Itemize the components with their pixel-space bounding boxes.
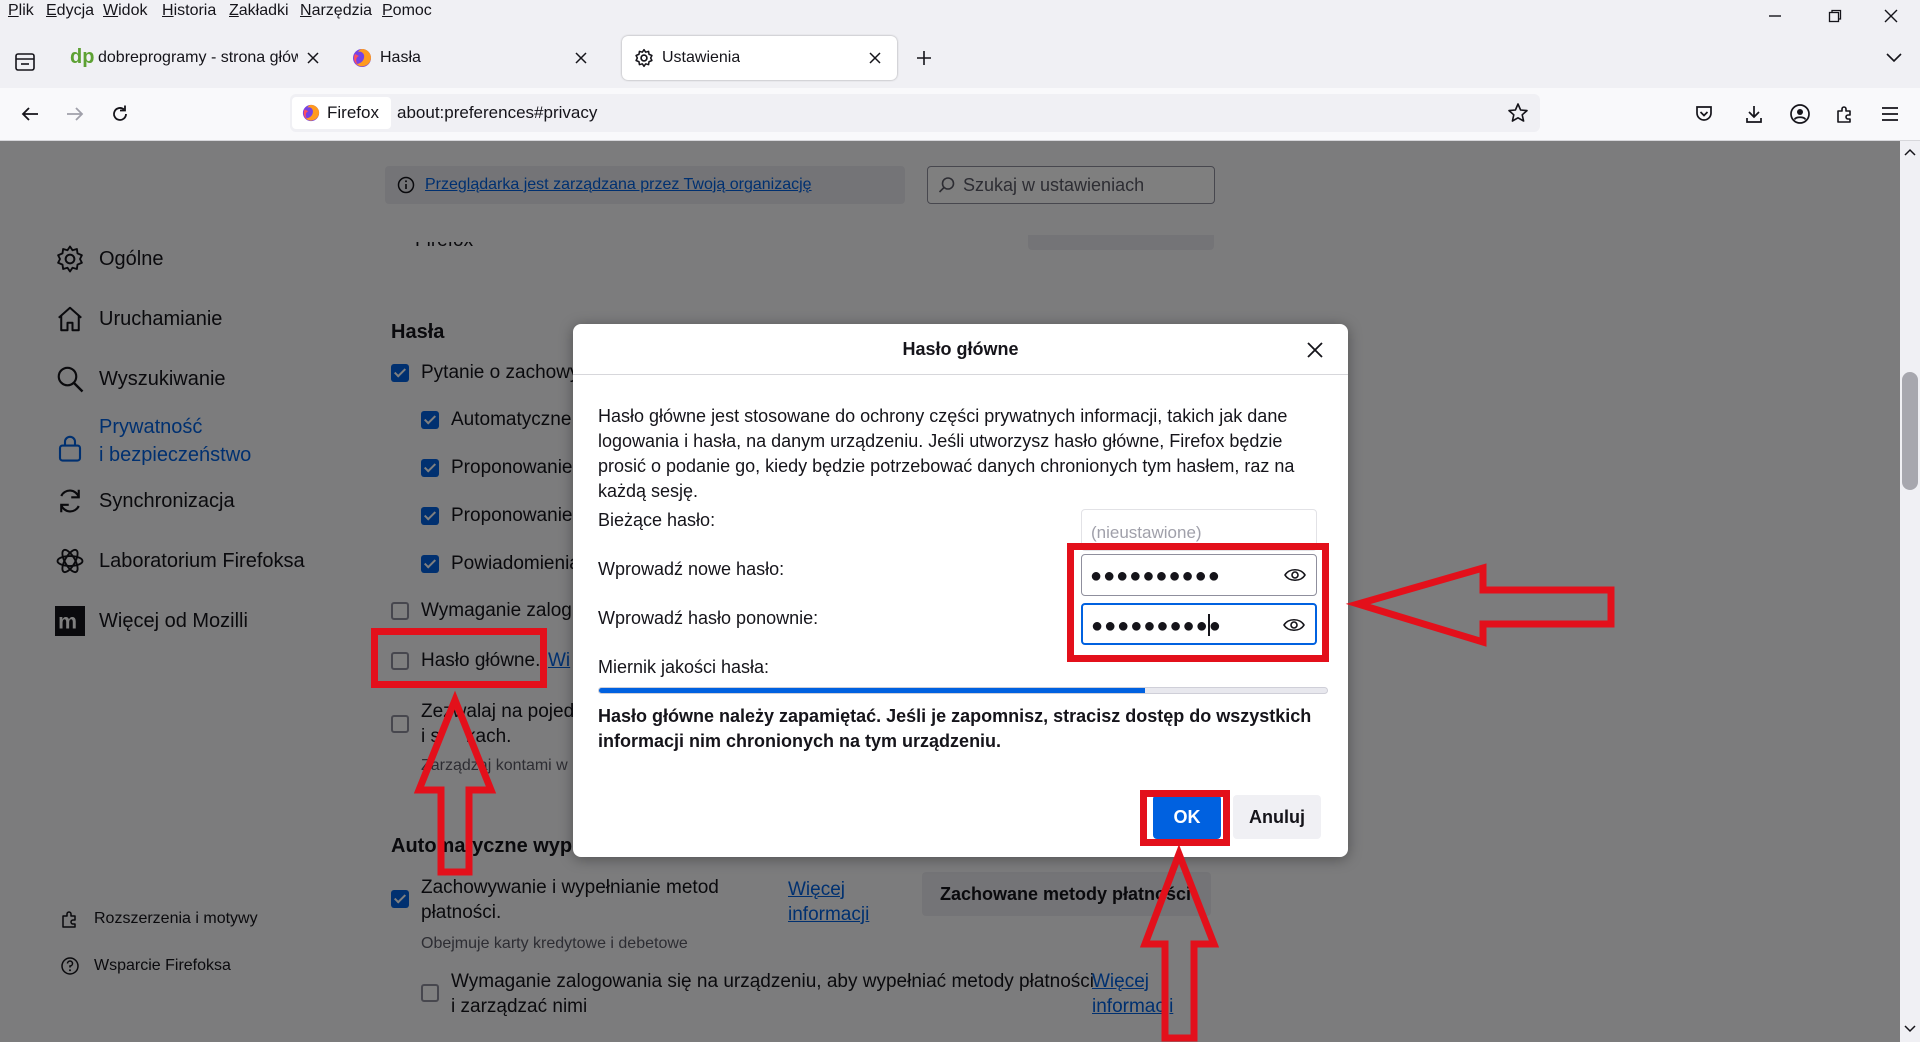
annotation-arrow-up-right	[1139, 844, 1220, 1042]
annotation-arrow-up-left	[413, 690, 497, 876]
annotation-arrow-left	[1345, 563, 1615, 647]
annotation-arrows	[413, 563, 1615, 1042]
